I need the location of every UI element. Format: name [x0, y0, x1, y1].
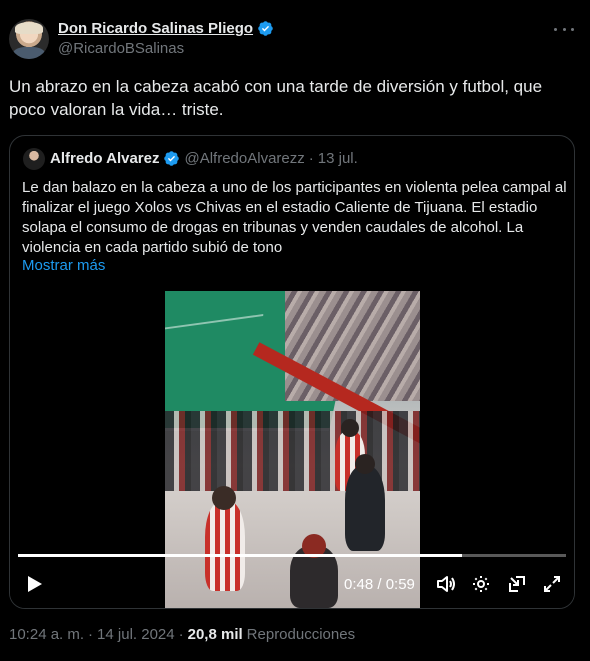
footer-separator: · [88, 626, 94, 643]
tweet-text: Un abrazo en la cabeza acabó con una tar… [9, 77, 543, 119]
quoted-separator: · [308, 150, 314, 167]
volume-icon[interactable] [434, 566, 458, 602]
video-time: 0:48 / 0:59 [344, 576, 415, 593]
tweet-footer: 10:24 a. m. · 14 jul. 2024 · 20,8 mil Re… [9, 626, 355, 643]
quoted-handle[interactable]: @AlfredoAlvarezz [184, 150, 304, 167]
author-name-row: Don Ricardo Salinas Pliego [58, 20, 274, 37]
quoted-date[interactable]: 13 jul. [318, 150, 358, 167]
views-label: Reproducciones [246, 626, 356, 643]
tweet-time[interactable]: 10:24 a. m. [9, 626, 84, 643]
video-progress-fill [18, 554, 462, 557]
author-avatar[interactable] [9, 19, 49, 59]
quoted-display-name[interactable]: Alfredo Alvarez [50, 150, 159, 167]
tweet: Don Ricardo Salinas Pliego @RicardoBSali… [0, 0, 590, 661]
quoted-header: Alfredo Alvarez @AlfredoAlvarezz · 13 ju… [50, 150, 358, 167]
tweet-date[interactable]: 14 jul. 2024 [97, 626, 175, 643]
settings-icon[interactable] [469, 566, 493, 602]
verified-badge-icon [164, 151, 180, 166]
views-count: 20,8 mil [187, 626, 243, 643]
video-progress-bar[interactable] [18, 554, 566, 557]
quoted-avatar[interactable] [23, 148, 45, 170]
play-icon[interactable] [22, 566, 48, 602]
more-icon[interactable] [554, 22, 574, 36]
pip-icon[interactable] [505, 566, 529, 602]
author-handle[interactable]: @RicardoBSalinas [58, 40, 184, 57]
video-frame [165, 291, 420, 608]
show-more-link[interactable]: Mostrar más [22, 257, 105, 274]
footer-separator: · [178, 626, 184, 643]
quoted-text: Le dan balazo en la cabeza a uno de los … [22, 179, 567, 256]
author-display-name[interactable]: Don Ricardo Salinas Pliego [58, 20, 253, 37]
fullscreen-icon[interactable] [540, 566, 564, 602]
quoted-tweet[interactable]: Alfredo Alvarez @AlfredoAlvarezz · 13 ju… [9, 135, 575, 609]
verified-badge-icon [258, 21, 273, 36]
video-player[interactable]: 0:48 / 0:59 [10, 291, 574, 608]
video-controls: 0:48 / 0:59 [10, 566, 574, 606]
